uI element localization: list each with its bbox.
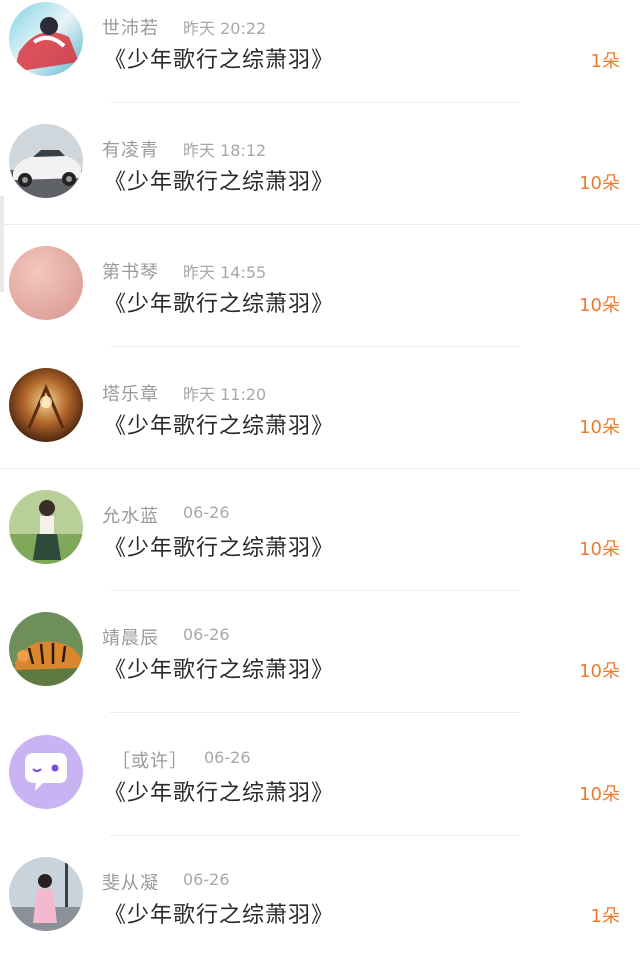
divider xyxy=(110,712,520,713)
user-name: 塔乐章 xyxy=(102,384,159,405)
avatar[interactable] xyxy=(9,612,83,686)
avatar[interactable] xyxy=(9,735,83,809)
divider xyxy=(0,468,640,469)
avatar-car-icon xyxy=(9,124,83,198)
avatar-girl-street-icon xyxy=(9,857,83,931)
book-title[interactable]: 《少年歌行之综萧羽》 xyxy=(104,775,334,807)
timestamp: 昨天 14:55 xyxy=(183,263,267,282)
avatar[interactable] xyxy=(9,246,83,320)
gift-count: 10朵 xyxy=(579,173,620,194)
avatar-user-photo-icon xyxy=(9,2,83,76)
avatar[interactable] xyxy=(9,2,83,76)
timestamp: 昨天 11:20 xyxy=(183,385,267,404)
divider xyxy=(110,102,520,103)
gift-count: 10朵 xyxy=(579,661,620,682)
avatar[interactable] xyxy=(9,490,83,564)
avatar[interactable] xyxy=(9,124,83,198)
avatar-pink-gradient-icon xyxy=(9,246,83,320)
book-title[interactable]: 《少年歌行之综萧羽》 xyxy=(104,42,334,74)
book-title[interactable]: 《少年歌行之综萧羽》 xyxy=(104,164,334,196)
avatar[interactable] xyxy=(9,857,83,931)
timestamp: 06-26 xyxy=(183,503,230,522)
user-name: 斐从凝 xyxy=(102,873,159,894)
avatar-purple-chat-bubble-icon xyxy=(9,735,83,809)
gift-count: 1朵 xyxy=(590,51,620,72)
list-item[interactable]: 靖晨辰 06-26 《少年歌行之综萧羽》 10朵 xyxy=(0,612,640,734)
avatar-fantasy-art-icon xyxy=(9,368,83,442)
book-title[interactable]: 《少年歌行之综萧羽》 xyxy=(104,652,334,684)
book-title[interactable]: 《少年歌行之综萧羽》 xyxy=(104,286,334,318)
divider xyxy=(110,835,520,836)
gift-count: 10朵 xyxy=(579,295,620,316)
book-title[interactable]: 《少年歌行之综萧羽》 xyxy=(104,408,334,440)
user-name: 有凌青 xyxy=(102,140,159,161)
book-title[interactable]: 《少年歌行之综萧羽》 xyxy=(104,530,334,562)
gift-record-list: 世沛若 昨天 20:22 《少年歌行之综萧羽》 1朵 有凌青 昨天 18:12 … xyxy=(0,0,640,964)
timestamp: 昨天 20:22 xyxy=(183,19,267,38)
list-item[interactable]: 有凌青 昨天 18:12 《少年歌行之综萧羽》 10朵 xyxy=(0,124,640,246)
list-item[interactable]: 世沛若 昨天 20:22 《少年歌行之综萧羽》 1朵 xyxy=(0,2,640,124)
timestamp: 06-26 xyxy=(183,870,230,889)
list-item[interactable]: 第书琴 昨天 14:55 《少年歌行之综萧羽》 10朵 xyxy=(0,246,640,368)
timestamp: 06-26 xyxy=(204,748,251,767)
divider xyxy=(110,346,520,347)
timestamp: 06-26 xyxy=(183,625,230,644)
list-item[interactable]: 斐从凝 06-26 《少年歌行之综萧羽》 1朵 xyxy=(0,857,640,964)
list-item[interactable]: 塔乐章 昨天 11:20 《少年歌行之综萧羽》 10朵 xyxy=(0,368,640,490)
user-name: 允水蓝 xyxy=(102,506,159,527)
gift-count: 1朵 xyxy=(590,906,620,927)
gift-count: 10朵 xyxy=(579,784,620,805)
avatar[interactable] xyxy=(9,368,83,442)
timestamp: 昨天 18:12 xyxy=(183,141,267,160)
user-name: ［或许］ xyxy=(112,751,188,772)
book-title[interactable]: 《少年歌行之综萧羽》 xyxy=(104,897,334,929)
divider xyxy=(0,224,640,225)
list-item[interactable]: 允水蓝 06-26 《少年歌行之综萧羽》 10朵 xyxy=(0,490,640,612)
avatar-tiger-icon xyxy=(9,612,83,686)
user-name: 第书琴 xyxy=(102,262,159,283)
gift-count: 10朵 xyxy=(579,539,620,560)
gift-count: 10朵 xyxy=(579,417,620,438)
divider xyxy=(110,590,520,591)
user-name: 靖晨辰 xyxy=(102,628,159,649)
avatar-girl-outdoor-icon xyxy=(9,490,83,564)
user-name: 世沛若 xyxy=(102,18,159,39)
list-item[interactable]: ［或许］ 06-26 《少年歌行之综萧羽》 10朵 xyxy=(0,735,640,857)
